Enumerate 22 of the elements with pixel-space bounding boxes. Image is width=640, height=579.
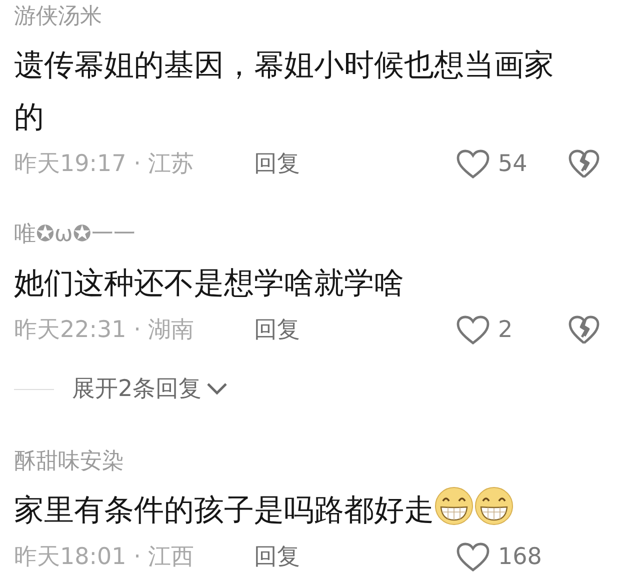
like-count: 2: [498, 316, 514, 345]
comment-text: 遗传幂姐的基因，幂姐小时候也想当画家的: [14, 47, 555, 137]
username[interactable]: 唯✪ω✪一一: [14, 220, 600, 250]
heart-icon[interactable]: [456, 542, 490, 572]
expand-replies-button[interactable]: 展开2条回复: [72, 372, 228, 406]
chevron-down-icon: [206, 382, 228, 396]
broken-heart-icon[interactable]: [568, 149, 600, 179]
timestamp-location: 昨天19:17 · 江苏: [14, 150, 196, 179]
comment-text: 家里有条件的孩子是吗路都好走: [14, 484, 579, 536]
reply-link[interactable]: 回复: [254, 540, 300, 572]
reply-link[interactable]: 回复: [254, 314, 300, 346]
heart-icon[interactable]: [456, 149, 490, 179]
username[interactable]: 酥甜味安染: [14, 446, 600, 476]
like-count: 168: [498, 542, 543, 572]
broken-heart-icon[interactable]: [568, 315, 600, 345]
username[interactable]: 游侠汤米: [14, 2, 600, 32]
like-count: 54: [498, 150, 528, 179]
timestamp-location: 昨天22:31 · 湖南: [14, 316, 196, 345]
timestamp-location: 昨天18:01 · 江西: [14, 542, 196, 572]
heart-icon[interactable]: [456, 315, 490, 345]
comment-text: 她们这种还不是想学啥就学啥: [14, 265, 405, 303]
reply-link[interactable]: 回复: [254, 148, 300, 180]
